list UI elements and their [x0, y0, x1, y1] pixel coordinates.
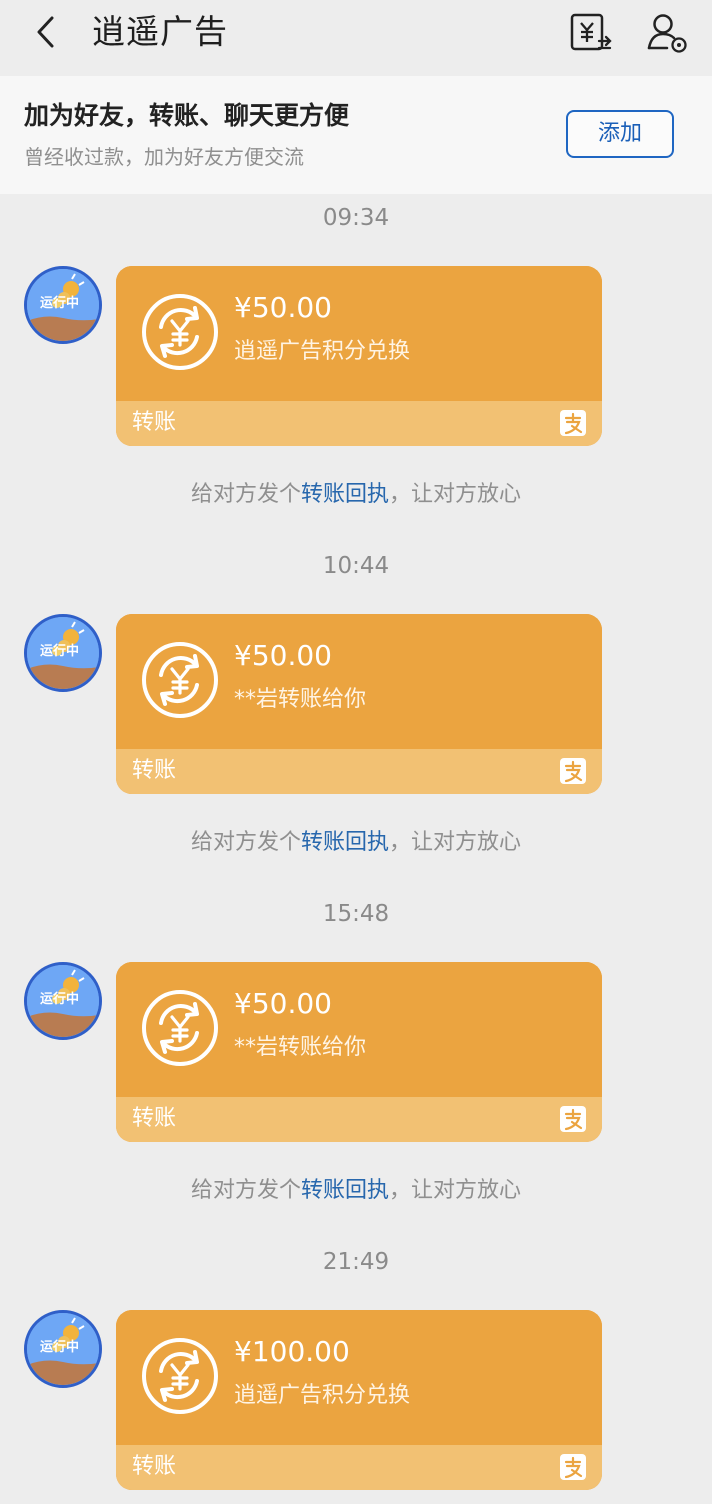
receipt-link[interactable]: 转账回执: [301, 830, 389, 855]
alipay-icon: [560, 758, 586, 784]
transfer-label: 转账: [132, 1454, 177, 1479]
transfer-card-main: ¥50.00 逍遥广告积分兑换: [116, 266, 602, 401]
message-time: 21:49: [322, 1249, 390, 1275]
banner-title: 加为好友，转账、聊天更方便: [24, 101, 350, 130]
message-time: 15:48: [322, 901, 390, 927]
transfer-label: 转账: [132, 1106, 177, 1131]
yuan-bill-icon[interactable]: [568, 10, 614, 56]
transfer-description: 逍遥广告积分兑换: [234, 339, 411, 364]
avatar-label: 运行中: [40, 1340, 80, 1355]
avatar[interactable]: 运行中: [24, 614, 102, 692]
transfer-amount: ¥50.00: [234, 291, 332, 324]
receipt-suffix: ，让对方放心: [389, 482, 522, 507]
receipt-link[interactable]: 转账回执: [301, 482, 389, 507]
transfer-description: 逍遥广告积分兑换: [234, 1383, 411, 1408]
back-arrow-icon[interactable]: [28, 10, 68, 54]
avatar[interactable]: 运行中: [24, 962, 102, 1040]
receipt-suffix: ，让对方放心: [389, 830, 522, 855]
top-bar: 逍遥广告: [0, 0, 712, 76]
transfer-yuan-icon: [140, 988, 220, 1068]
transfer-card-main: ¥50.00 **岩转账给你: [116, 962, 602, 1097]
receipt-prefix: 给对方发个: [190, 1178, 301, 1203]
transfer-card-footer: 转账: [116, 1445, 602, 1490]
transfer-amount: ¥50.00: [234, 639, 332, 672]
alipay-icon: [560, 1106, 586, 1132]
transfer-amount: ¥50.00: [234, 987, 332, 1020]
avatar-label: 运行中: [40, 992, 80, 1007]
transfer-card[interactable]: ¥50.00 **岩转账给你 转账: [116, 614, 602, 794]
user-settings-icon[interactable]: [643, 10, 689, 56]
transfer-card-main: ¥50.00 **岩转账给你: [116, 614, 602, 749]
transfer-card[interactable]: ¥100.00 逍遥广告积分兑换 转账: [116, 1310, 602, 1490]
transfer-card-main: ¥100.00 逍遥广告积分兑换: [116, 1310, 602, 1445]
avatar-label: 运行中: [40, 296, 80, 311]
transfer-card[interactable]: ¥50.00 逍遥广告积分兑换 转账: [116, 266, 602, 446]
transfer-card-footer: 转账: [116, 401, 602, 446]
alipay-icon: [560, 1454, 586, 1480]
transfer-label: 转账: [132, 758, 177, 783]
receipt-link[interactable]: 转账回执: [301, 1178, 389, 1203]
avatar-label: 运行中: [40, 644, 80, 659]
receipt-hint: 给对方发个转账回执，让对方放心: [0, 480, 712, 510]
receipt-suffix: ，让对方放心: [389, 1178, 522, 1203]
avatar[interactable]: 运行中: [24, 1310, 102, 1388]
message-time: 10:44: [322, 553, 390, 579]
transfer-card[interactable]: ¥50.00 **岩转账给你 转账: [116, 962, 602, 1142]
transfer-description: **岩转账给你: [234, 1035, 367, 1060]
transfer-card-footer: 转账: [116, 1097, 602, 1142]
transfer-amount: ¥100.00: [234, 1335, 350, 1368]
transfer-yuan-icon: [140, 1336, 220, 1416]
receipt-prefix: 给对方发个: [190, 830, 301, 855]
transfer-label: 转账: [132, 410, 177, 435]
transfer-card-footer: 转账: [116, 749, 602, 794]
transfer-description: **岩转账给你: [234, 687, 367, 712]
message-time: 09:34: [322, 205, 390, 231]
banner-subtitle: 曾经收过款，加为好友方便交流: [24, 145, 304, 169]
page-title: 逍遥广告: [92, 12, 228, 51]
receipt-hint: 给对方发个转账回执，让对方放心: [0, 828, 712, 858]
transfer-yuan-icon: [140, 292, 220, 372]
receipt-hint: 给对方发个转账回执，让对方放心: [0, 1176, 712, 1206]
alipay-icon: [560, 410, 586, 436]
avatar[interactable]: 运行中: [24, 266, 102, 344]
transfer-yuan-icon: [140, 640, 220, 720]
add-friend-button[interactable]: 添加: [566, 110, 674, 158]
receipt-prefix: 给对方发个: [190, 482, 301, 507]
